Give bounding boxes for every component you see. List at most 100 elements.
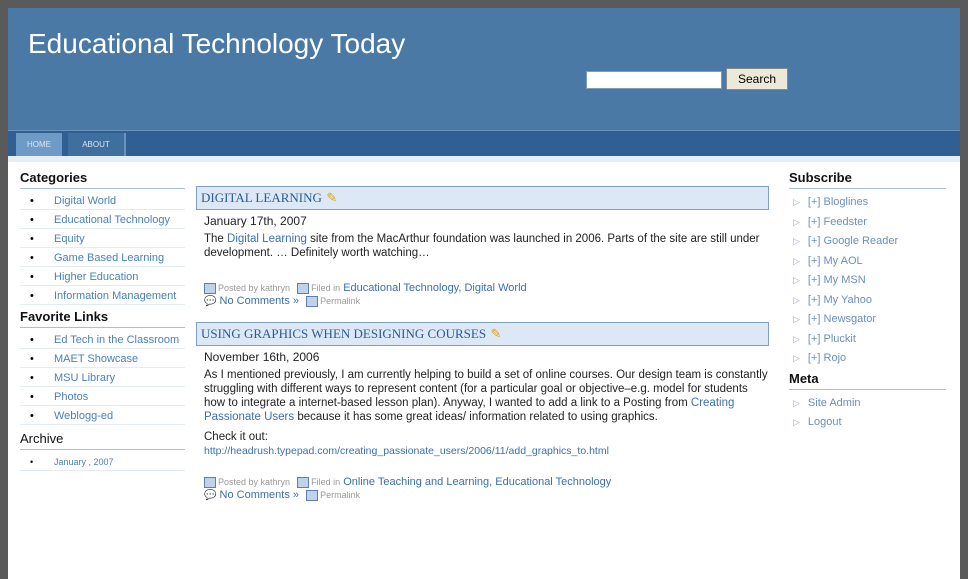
nav-bar: HOME ABOUT: [8, 130, 960, 157]
subscribe-item[interactable]: ▷ [+] Bloglines: [789, 193, 946, 213]
subscribe-item[interactable]: ▷ [+] Feedster: [789, 213, 946, 233]
post-date: November 16th, 2006: [204, 350, 320, 364]
post-text: because it has some great ideas/ informa…: [294, 411, 658, 423]
bullet-icon: •: [30, 252, 34, 264]
left-sidebar: Categories • Digital World • Educational T…: [20, 170, 185, 473]
subscribe-link[interactable]: [+] My Yahoo: [808, 294, 872, 306]
post-body: The Digital Learning site from the MacAr…: [204, 232, 769, 260]
post-meta: Posted by kathryn Filed in Educational T…: [204, 282, 769, 308]
comments-link[interactable]: No Comments »: [220, 489, 299, 501]
favorite-link-item[interactable]: • Ed Tech in the Classroom: [20, 332, 185, 349]
search-input[interactable]: [586, 71, 722, 89]
main-content: DIGITAL LEARNING ✎ January 17th, 2007 Th…: [196, 186, 769, 502]
post-body: As I mentioned previously, I am currentl…: [204, 368, 769, 424]
post-title-bar: DIGITAL LEARNING ✎: [196, 186, 769, 210]
category-item[interactable]: • Equity: [20, 231, 185, 248]
bullet-icon: •: [30, 195, 34, 207]
post-check-out: Check it out: http://headrush.typepad.co…: [204, 430, 769, 458]
filed-in-label: Filed in: [311, 477, 341, 487]
permalink-icon: [306, 295, 319, 307]
bullet-icon: •: [30, 410, 34, 422]
permalink-link[interactable]: Permalink: [320, 296, 360, 306]
favorite-links-heading: Favorite Links: [20, 309, 185, 328]
bullet-icon: •: [30, 233, 34, 245]
category-link[interactable]: Game Based Learning: [54, 252, 164, 264]
subscribe-item[interactable]: ▷ [+] My MSN: [789, 271, 946, 291]
favorite-link[interactable]: MAET Showcase: [54, 353, 138, 365]
arrow-icon: ▷: [793, 236, 800, 246]
subscribe-link[interactable]: [+] Pluckit: [808, 333, 856, 345]
favorite-link[interactable]: Ed Tech in the Classroom: [54, 334, 179, 346]
comments-link[interactable]: No Comments »: [220, 295, 299, 307]
category-link[interactable]: Educational Technology: [54, 214, 170, 226]
subscribe-link[interactable]: [+] Google Reader: [808, 235, 898, 247]
meta-item[interactable]: ▷ Site Admin: [789, 394, 946, 414]
favorite-link[interactable]: Photos: [54, 391, 88, 403]
category-link[interactable]: Information Management: [54, 290, 176, 302]
subscribe-item[interactable]: ▷ [+] Google Reader: [789, 232, 946, 252]
meta-link[interactable]: Site Admin: [808, 397, 861, 409]
tab-about[interactable]: ABOUT: [68, 133, 126, 157]
meta-list: ▷ Site Admin ▷ Logout: [789, 394, 946, 433]
post-title[interactable]: DIGITAL LEARNING: [201, 190, 322, 205]
folder-icon: [297, 476, 310, 488]
category-link[interactable]: Equity: [54, 233, 85, 245]
subscribe-link[interactable]: [+] Newsgator: [808, 313, 876, 325]
archive-item[interactable]: • January , 2007: [20, 454, 185, 471]
arrow-icon: ▷: [793, 397, 800, 408]
user-icon: [204, 476, 216, 488]
subscribe-link[interactable]: [+] My MSN: [808, 274, 866, 286]
permalink-link[interactable]: Permalink: [320, 490, 360, 500]
comment-icon: 💬: [204, 296, 217, 307]
category-item[interactable]: • Digital World: [20, 193, 185, 210]
check-out-link[interactable]: http://headrush.typepad.com/creating_pas…: [204, 445, 609, 457]
favorite-link-item[interactable]: • MAET Showcase: [20, 351, 185, 368]
permalink-icon: [306, 489, 319, 501]
favorite-link-item[interactable]: • Weblogg-ed: [20, 408, 185, 425]
meta-link[interactable]: Logout: [808, 416, 842, 428]
site-title[interactable]: Educational Technology Today: [28, 28, 405, 60]
favorite-link[interactable]: Weblogg-ed: [54, 410, 113, 422]
edit-pencil-icon[interactable]: ✎: [491, 326, 502, 341]
tab-home[interactable]: HOME: [16, 133, 62, 157]
filed-in-links[interactable]: Online Teaching and Learning, Educationa…: [343, 476, 611, 488]
archive-link[interactable]: January , 2007: [54, 457, 114, 467]
category-item[interactable]: • Educational Technology: [20, 212, 185, 229]
subscribe-link[interactable]: [+] Feedster: [808, 216, 867, 228]
subscribe-heading: Subscribe: [789, 170, 946, 189]
post-meta: Posted by kathryn Filed in Online Teachi…: [204, 476, 769, 502]
subscribe-item[interactable]: ▷ [+] Rojo: [789, 349, 946, 369]
bullet-icon: •: [30, 290, 34, 302]
edit-pencil-icon[interactable]: ✎: [326, 190, 337, 205]
bullet-icon: •: [30, 214, 34, 226]
category-link[interactable]: Digital World: [54, 195, 116, 207]
subscribe-item[interactable]: ▷ [+] Pluckit: [789, 330, 946, 350]
user-icon: [204, 282, 216, 294]
meta-item[interactable]: ▷ Logout: [789, 413, 946, 433]
filed-in-links[interactable]: Educational Technology, Digital World: [343, 282, 526, 294]
subscribe-link[interactable]: [+] Rojo: [808, 352, 846, 364]
bullet-icon: •: [30, 372, 34, 384]
category-item[interactable]: • Information Management: [20, 288, 185, 305]
subscribe-link[interactable]: [+] My AOL: [808, 255, 863, 267]
comment-icon: 💬: [204, 490, 217, 501]
bullet-icon: •: [30, 334, 34, 346]
bullet-icon: •: [30, 271, 34, 283]
search-button[interactable]: Search: [726, 68, 788, 90]
favorite-link-item[interactable]: • Photos: [20, 389, 185, 406]
subscribe-list: ▷ [+] Bloglines ▷ [+] Feedster ▷ [+] Google…: [789, 193, 946, 369]
subscribe-item[interactable]: ▷ [+] My Yahoo: [789, 291, 946, 311]
subscribe-item[interactable]: ▷ [+] Newsgator: [789, 310, 946, 330]
subscribe-item[interactable]: ▷ [+] My AOL: [789, 252, 946, 272]
category-item[interactable]: • Game Based Learning: [20, 250, 185, 267]
category-link[interactable]: Higher Education: [54, 271, 138, 283]
subscribe-link[interactable]: [+] Bloglines: [808, 196, 868, 208]
favorite-link[interactable]: MSU Library: [54, 372, 115, 384]
post-title[interactable]: USING GRAPHICS WHEN DESIGNING COURSES: [201, 326, 486, 341]
category-item[interactable]: • Higher Education: [20, 269, 185, 286]
post-inline-link[interactable]: Digital Learning: [227, 233, 307, 245]
arrow-icon: ▷: [793, 197, 800, 207]
browser-page: Educational Technology Today Search HOME…: [8, 8, 960, 579]
folder-icon: [297, 282, 310, 294]
favorite-link-item[interactable]: • MSU Library: [20, 370, 185, 387]
